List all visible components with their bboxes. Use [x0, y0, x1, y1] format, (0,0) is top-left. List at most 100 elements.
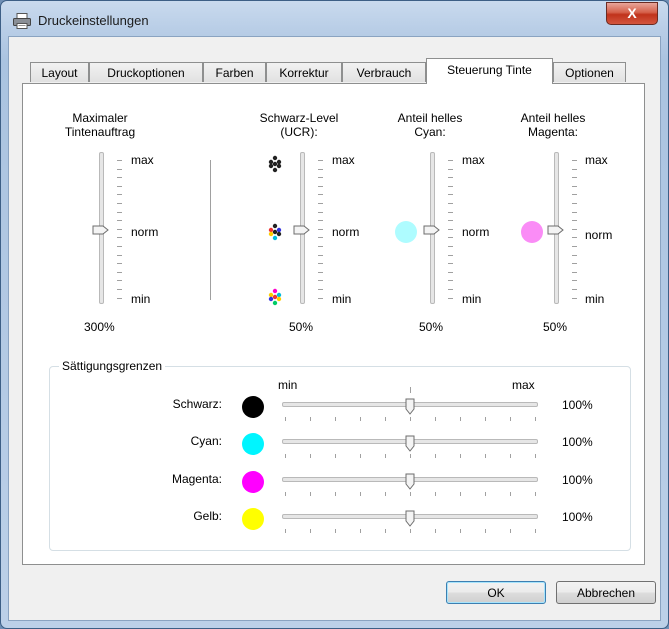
saturation-slider-tick [285, 492, 286, 496]
saturation-slider-tick [435, 529, 436, 533]
light-cyan-slider-tick [448, 289, 453, 290]
light-magenta-slider-tick [572, 168, 577, 170]
tab-layout[interactable]: Layout [30, 62, 89, 82]
black-value: 100% [562, 398, 593, 412]
ucr-slider-tick [318, 246, 323, 247]
printer-icon [13, 13, 31, 29]
column-separator [210, 160, 211, 300]
saturation-slider-tick [335, 492, 336, 496]
saturation-slider-tick [360, 529, 361, 533]
black-slider-thumb[interactable] [405, 398, 415, 415]
light-magenta-slider-tick [572, 246, 577, 247]
light-magenta-slider-thumb[interactable] [547, 225, 564, 235]
title-line: Cyan: [414, 125, 446, 139]
light-magenta-slider-tick [572, 237, 577, 239]
light-magenta-slider-tick [572, 211, 577, 213]
tab-label: Verbrauch [356, 66, 412, 80]
magenta-swatch [242, 471, 264, 493]
close-button[interactable]: X [606, 2, 658, 25]
saturation-slider-tick [410, 492, 411, 496]
light-cyan-max-label: max [462, 153, 485, 167]
close-icon: X [627, 5, 637, 21]
yellow-slider-thumb[interactable] [405, 510, 415, 527]
saturation-group [49, 366, 631, 551]
saturation-slider-tick [385, 492, 386, 496]
tab-label: Steuerung Tinte [447, 63, 532, 77]
tab-verbrauch[interactable]: Verbrauch [342, 62, 426, 82]
cancel-button[interactable]: Abbrechen [556, 581, 656, 604]
light-magenta-slider-tick [572, 263, 577, 265]
saturation-slider-tick [460, 529, 461, 533]
ucr-slider-tick [318, 203, 323, 204]
ink-limit-slider-tick [117, 237, 122, 239]
tab-label: Druckoptionen [107, 66, 185, 80]
light-cyan-slider-tick [448, 263, 453, 265]
black-swatch [242, 396, 264, 418]
tab-druckoptionen[interactable]: Druckoptionen [89, 62, 203, 82]
ucr-slider-tick [318, 289, 323, 290]
yellow-value: 100% [562, 510, 593, 524]
saturation-slider-tick [435, 417, 436, 421]
light-magenta-slider-tick [572, 160, 577, 161]
ink-limit-slider-tick [117, 220, 122, 222]
ucr-slider-tick [318, 271, 323, 273]
ink-limit-min-label: min [131, 292, 151, 306]
magenta-label: Magenta: [171, 472, 222, 486]
tab-steuerung-tinte[interactable]: Steuerung Tinte [426, 58, 553, 84]
cyan-slider-thumb[interactable] [405, 435, 415, 452]
saturation-slider-tick [360, 492, 361, 496]
magenta-value: 100% [562, 473, 593, 487]
ink-limit-slider-tick [117, 289, 122, 290]
ucr-slider-tick [318, 228, 323, 230]
light-cyan-slider-tick [448, 194, 453, 196]
saturation-slider-tick [510, 492, 511, 496]
tab-farben[interactable]: Farben [203, 62, 266, 82]
saturation-max-label: max [512, 378, 535, 392]
tab-optionen[interactable]: Optionen [553, 62, 626, 82]
light-cyan-slider-tick [448, 297, 453, 299]
light-magenta-title: Anteil helles Magenta: [498, 111, 608, 139]
light-magenta-slider-tick [572, 194, 577, 196]
light-cyan-slider-tick [448, 237, 453, 239]
light-magenta-slider-tick [572, 203, 577, 204]
ink-limit-slider-tick [117, 254, 122, 256]
ink-limit-slider-thumb[interactable] [92, 225, 109, 235]
ucr-slider-tick [318, 263, 323, 265]
light-cyan-slider-tick [448, 228, 453, 230]
saturation-slider-tick [435, 454, 436, 458]
title-line: Magenta: [527, 125, 579, 139]
ucr-slider-thumb[interactable] [293, 225, 310, 235]
saturation-slider-tick [410, 417, 411, 421]
title-bar[interactable]: Druckeinstellungen X [1, 1, 668, 37]
light-magenta-slider-tick [572, 297, 577, 299]
saturation-slider-tick [385, 454, 386, 458]
saturation-slider-tick [410, 454, 411, 458]
light-cyan-title: Anteil helles Cyan: [375, 111, 485, 139]
ink-limit-slider-tick [117, 271, 122, 273]
tab-korrektur[interactable]: Korrektur [266, 62, 342, 82]
title-line: Maximaler [72, 111, 128, 125]
ok-button[interactable]: OK [446, 581, 546, 604]
light-cyan-slider-thumb[interactable] [423, 225, 440, 235]
ink-limit-slider-tick [117, 160, 122, 161]
tab-label: Farben [215, 66, 254, 80]
window-title: Druckeinstellungen [38, 13, 149, 28]
ink-limit-slider-tick [117, 185, 122, 187]
light-cyan-value: 50% [419, 320, 444, 334]
ink-limit-slider-tick [117, 297, 122, 299]
saturation-slider-tick [385, 529, 386, 533]
saturation-slider-tick [460, 492, 461, 496]
light-magenta-slider-tick [572, 177, 577, 179]
light-magenta-norm-label: norm [585, 228, 613, 242]
light-magenta-slider-tick [572, 271, 577, 273]
ink-limit-slider-tick [117, 280, 122, 282]
ucr-title: Schwarz-Level (UCR): [244, 111, 354, 139]
ink-limit-slider-tick [117, 211, 122, 213]
ink-limit-max-label: max [131, 153, 154, 167]
cyan-swatch [242, 433, 264, 455]
magenta-slider-thumb[interactable] [405, 473, 415, 490]
ucr-slider-tick [318, 185, 323, 187]
yellow-swatch [242, 508, 264, 530]
ucr-slider-tick [318, 280, 323, 282]
ucr-slider-tick [318, 177, 323, 179]
